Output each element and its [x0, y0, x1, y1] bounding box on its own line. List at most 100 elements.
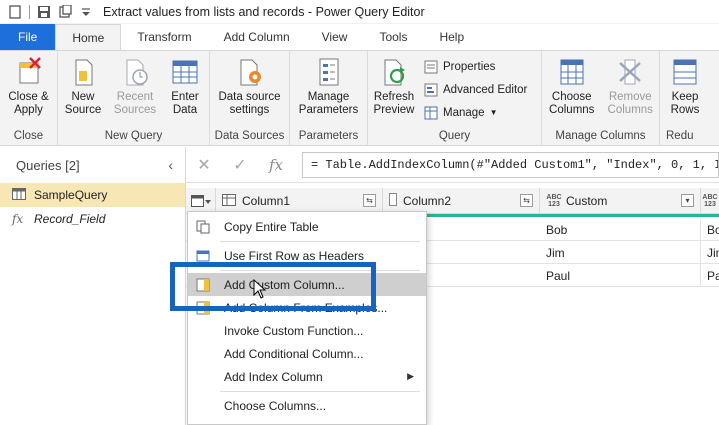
- group-label-parameters: Parameters: [298, 130, 359, 142]
- expand-column-icon[interactable]: ⇆: [520, 194, 533, 207]
- table-type-icon: [222, 193, 236, 209]
- queries-title: Queries [2]: [16, 157, 80, 173]
- manage-button[interactable]: Manage ▼: [424, 103, 527, 122]
- submenu-arrow-icon: ▶: [407, 371, 414, 381]
- remove-columns-label: Remove Columns: [607, 91, 653, 116]
- table-menu-icon: [190, 195, 211, 207]
- toolbar-divider: [29, 4, 30, 19]
- column-header-next[interactable]: ABC 123: [701, 188, 719, 214]
- group-reduce-rows: Keep Rows Redu: [660, 51, 719, 145]
- quick-access-toolbar: [8, 3, 93, 19]
- mouse-cursor-icon: [253, 278, 267, 299]
- menu-item-copy-entire-table[interactable]: Copy Entire Table: [188, 215, 426, 238]
- tab-help[interactable]: Help: [423, 24, 480, 50]
- insert-function-icon[interactable]: fx: [258, 156, 294, 174]
- table-icon: [12, 187, 26, 203]
- advanced-editor-label: Advanced Editor: [443, 83, 528, 96]
- query-name: Record_Field: [34, 212, 106, 226]
- keep-rows-button[interactable]: Keep Rows: [660, 51, 710, 129]
- column-name: Column2: [403, 194, 452, 208]
- expand-column-icon[interactable]: ⇆: [363, 194, 376, 207]
- manage-parameters-icon: [315, 57, 343, 87]
- queries-pane: Queries [2] ‹ SampleQuery fx Record_Fiel…: [0, 147, 186, 425]
- close-apply-icon: [15, 57, 43, 87]
- menu-item-add-conditional-column[interactable]: Add Conditional Column...: [188, 342, 426, 365]
- recent-sources-button[interactable]: Recent Sources: [108, 51, 162, 129]
- tab-view[interactable]: View: [306, 24, 364, 50]
- cell-custom[interactable]: Bob: [540, 218, 701, 241]
- group-data-sources: Data source settings Data Sources: [210, 51, 290, 145]
- enter-data-button[interactable]: Enter Data: [162, 51, 208, 129]
- customize-toolbar-icon[interactable]: [79, 5, 93, 19]
- cell-next[interactable]: Pa: [701, 264, 719, 287]
- new-source-icon: [69, 57, 97, 87]
- recent-sources-label: Recent Sources: [113, 91, 157, 116]
- cancel-formula-icon[interactable]: ✕: [186, 155, 222, 175]
- enter-data-icon: [171, 57, 199, 87]
- undo-icon[interactable]: [58, 3, 72, 19]
- commit-formula-icon[interactable]: ✓: [222, 155, 258, 175]
- collapse-icon[interactable]: ‹: [168, 157, 173, 173]
- tab-add-column[interactable]: Add Column: [208, 24, 306, 50]
- group-label-data-sources: Data Sources: [214, 130, 285, 142]
- formula-bar: ✕ ✓ fx = Table.AddIndexColumn(#"Added Cu…: [186, 147, 719, 183]
- group-query: Refresh Preview Properties Advanced Edit…: [368, 51, 542, 145]
- tab-transform[interactable]: Transform: [121, 24, 207, 50]
- highlight-box: [170, 262, 376, 311]
- menu-item-label: Copy Entire Table: [224, 219, 319, 234]
- properties-icon: [424, 60, 438, 74]
- menu-item-label: Use First Row as Headers: [224, 248, 365, 263]
- column-header-custom[interactable]: ABC 123 Custom ▾: [540, 188, 701, 214]
- formula-input[interactable]: = Table.AddIndexColumn(#"Added Custom1",…: [302, 151, 719, 178]
- cell-custom[interactable]: Jim: [540, 241, 701, 264]
- filter-dropdown-icon[interactable]: ▾: [681, 194, 694, 207]
- refresh-icon: [380, 57, 408, 87]
- enter-data-label: Enter Data: [171, 91, 199, 116]
- menu-item-invoke-custom-function[interactable]: Invoke Custom Function...: [188, 319, 426, 342]
- keep-rows-label: Keep Rows: [670, 91, 700, 116]
- menu-item-label: Add Conditional Column...: [224, 346, 364, 361]
- advanced-editor-button[interactable]: Advanced Editor: [424, 80, 527, 99]
- function-icon: fx: [12, 212, 24, 226]
- properties-button[interactable]: Properties: [424, 57, 527, 76]
- column-name: Custom: [566, 194, 608, 208]
- data-source-settings-button[interactable]: Data source settings: [210, 51, 289, 129]
- group-new-query: New Source Recent Sources Enter Data New…: [58, 51, 210, 145]
- tab-tools[interactable]: Tools: [363, 24, 423, 50]
- group-label-manage-columns: Manage Columns: [555, 130, 646, 142]
- close-apply-label: Close & Apply: [8, 91, 49, 116]
- table-context-menu: Copy Entire Table Use First Row as Heade…: [187, 211, 427, 425]
- tab-file[interactable]: File: [0, 24, 56, 50]
- choose-columns-label: Choose Columns: [549, 91, 595, 116]
- close-apply-button[interactable]: Close & Apply: [0, 51, 57, 129]
- group-manage-columns: Choose Columns Remove Columns Manage Col…: [542, 51, 660, 145]
- save-icon[interactable]: [37, 5, 51, 19]
- copy-icon: [196, 220, 210, 234]
- cell-custom[interactable]: Paul: [540, 264, 701, 287]
- remove-columns-button[interactable]: Remove Columns: [601, 51, 659, 129]
- query-item-samplequery[interactable]: SampleQuery: [0, 183, 185, 207]
- menu-item-choose-columns[interactable]: Choose Columns...: [188, 394, 426, 417]
- manage-parameters-label: Manage Parameters: [298, 91, 359, 116]
- app-icon: [8, 4, 22, 19]
- menu-separator: [220, 241, 420, 242]
- manage-dropdown-icon: ▼: [489, 108, 498, 117]
- tab-home[interactable]: Home: [55, 24, 122, 51]
- choose-columns-button[interactable]: Choose Columns: [542, 51, 601, 129]
- query-item-record-field[interactable]: fx Record_Field: [0, 207, 185, 231]
- properties-label: Properties: [443, 60, 496, 73]
- group-close: Close & Apply Close: [0, 51, 58, 145]
- menu-item-label: Invoke Custom Function...: [224, 323, 364, 338]
- manage-parameters-button[interactable]: Manage Parameters: [290, 51, 367, 129]
- query-name: SampleQuery: [34, 188, 108, 202]
- headers-icon: [196, 249, 210, 263]
- menu-item-add-index-column[interactable]: Add Index Column ▶: [188, 365, 426, 388]
- column-name: Column1: [242, 194, 291, 208]
- new-source-button[interactable]: New Source: [58, 51, 108, 129]
- group-label-close: Close: [13, 130, 44, 142]
- cell-next[interactable]: Jim: [701, 241, 719, 264]
- any-type-icon: ABC 123: [546, 194, 562, 208]
- refresh-preview-button[interactable]: Refresh Preview: [368, 51, 420, 129]
- menu-separator: [220, 391, 420, 392]
- cell-next[interactable]: Bo: [701, 218, 719, 241]
